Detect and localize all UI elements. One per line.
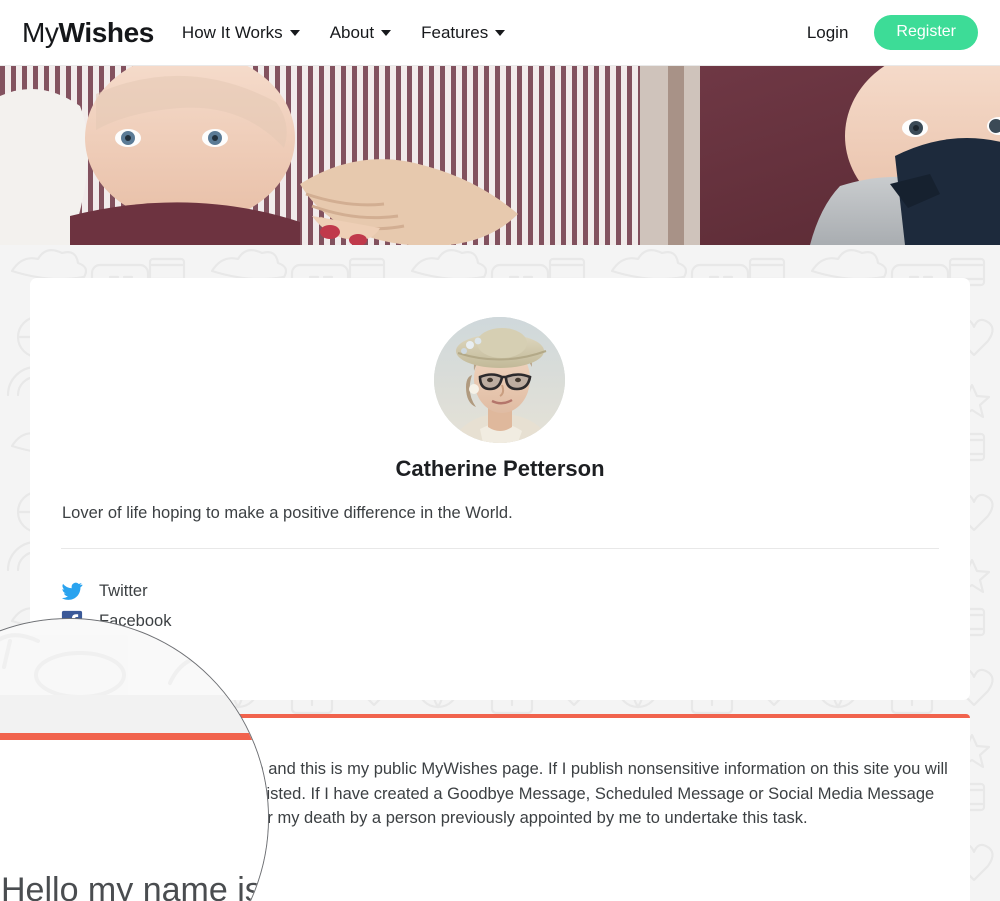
register-button[interactable]: Register	[874, 15, 978, 50]
brand-prefix: My	[22, 16, 59, 48]
avatar	[434, 317, 565, 443]
magnified-orange-rule	[0, 733, 268, 740]
nav-item-label: About	[329, 22, 375, 42]
brand-suffix: Wishes	[58, 16, 155, 48]
divider	[61, 548, 939, 549]
nav-item-about[interactable]: About	[329, 22, 392, 43]
hero-banner-image	[0, 66, 1000, 245]
nav-item-how-it-works[interactable]: How It Works	[182, 23, 300, 43]
profile-bio: Lover of life hoping to make a positive …	[62, 504, 513, 522]
chevron-down-icon	[381, 29, 392, 36]
nav-item-label: How It Works	[181, 22, 283, 42]
page-root: Catherine Petterson Lover of life hoping…	[0, 0, 1000, 901]
login-link[interactable]: Login	[807, 23, 849, 43]
site-header: MyWishes How It Works About Features Log…	[0, 0, 1000, 66]
magnified-gap-band	[0, 695, 268, 735]
nav-item-label: Features	[421, 22, 489, 42]
chevron-down-icon	[495, 29, 506, 36]
magnifier-overlay: Hello my name is C de	[0, 618, 269, 901]
header-actions: Login Register	[807, 15, 978, 50]
twitter-icon	[61, 582, 83, 600]
nav-item-features[interactable]: Features	[421, 22, 506, 43]
chevron-down-icon	[289, 29, 300, 36]
social-link-label: Twitter	[99, 581, 148, 600]
magnifier-content: Hello my name is C de	[0, 619, 268, 901]
social-link-twitter[interactable]: Twitter	[61, 576, 171, 606]
magnified-doodle-pattern	[0, 619, 268, 699]
brand-logo[interactable]: MyWishes	[22, 17, 154, 49]
page-title: Catherine Petterson	[395, 456, 605, 481]
main-navigation: How It Works About Features	[182, 22, 506, 43]
magnified-text: Hello my name is C	[1, 871, 268, 901]
